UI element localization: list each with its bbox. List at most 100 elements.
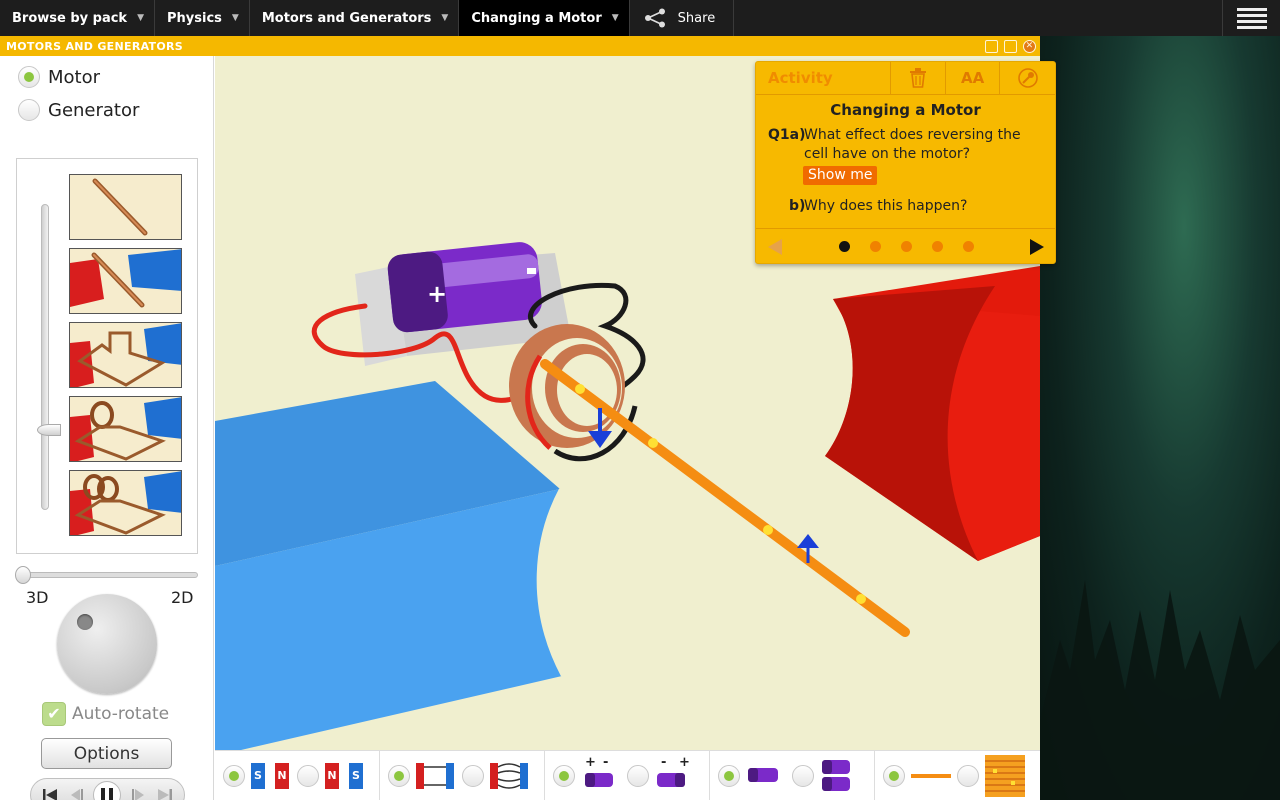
nav-motors-label: Motors and Generators (261, 10, 432, 26)
question-1a-number: Q1a) (768, 127, 806, 143)
mode-generator-label: Generator (48, 99, 140, 121)
magnet-option-2-radio[interactable] (297, 765, 319, 787)
battery-count-2-radio[interactable] (792, 765, 814, 787)
stage-thumbnail-wire-magnets[interactable] (69, 248, 182, 314)
delete-button[interactable] (891, 62, 946, 94)
nav-changing-label: Changing a Motor (471, 10, 602, 26)
step-back-button[interactable] (67, 785, 87, 800)
question-1b-text: Why does this happen? (804, 198, 968, 214)
share-button[interactable]: Share (630, 0, 735, 36)
skip-to-end-button[interactable] (155, 785, 175, 800)
mode-generator-option[interactable]: Generator (18, 99, 139, 121)
view-2d-label: 2D (171, 588, 194, 607)
rotation-knob[interactable] (57, 594, 157, 694)
radio-generator[interactable] (18, 99, 40, 121)
magnet-shape-group (380, 751, 545, 800)
background-trees (1040, 580, 1280, 800)
autorotate-toggle[interactable]: ✔ Auto-rotate (42, 702, 169, 726)
question-1a: Q1a) (768, 126, 806, 146)
page-dot-1[interactable] (839, 241, 850, 252)
next-page-icon[interactable] (1028, 238, 1046, 256)
stage-thumbnail-coil-full[interactable] (69, 470, 182, 536)
activity-title: Changing a Motor (830, 101, 981, 119)
show-me-button[interactable]: Show me (803, 166, 878, 185)
activity-pagination (756, 228, 1055, 263)
double-battery-icon (822, 760, 850, 791)
close-window-icon[interactable]: ✕ (1023, 39, 1036, 53)
svg-text:+: + (427, 280, 447, 308)
options-button[interactable]: Options (41, 738, 172, 769)
battery-direction-1-radio[interactable] (553, 765, 575, 787)
flat-magnets-icon (416, 763, 454, 789)
armature-1-radio[interactable] (883, 765, 905, 787)
popout-window-icon[interactable] (1004, 39, 1017, 53)
magnet-shape-1-radio[interactable] (388, 765, 410, 787)
blue-magnet[interactable] (215, 381, 563, 750)
top-nav-bar: Browse by pack ▼ Physics ▼ Motors and Ge… (0, 0, 1280, 36)
stage-thumbnail-wire[interactable] (69, 174, 182, 240)
battery-b-plus: + (679, 755, 690, 770)
stage-thumbnail-loop[interactable] (69, 322, 182, 388)
mode-motor-option[interactable]: Motor (18, 66, 100, 88)
coil[interactable] (509, 324, 638, 462)
question-1a-line1: What effect does reversing the (804, 127, 1021, 143)
restore-window-icon[interactable] (985, 39, 998, 53)
page-dot-3[interactable] (901, 241, 912, 252)
font-size-button[interactable]: AA (946, 62, 1001, 94)
battery-b-minus: - (661, 755, 667, 770)
nav-browse-by-pack[interactable]: Browse by pack ▼ (0, 0, 155, 36)
battery-icon (585, 773, 613, 787)
window-title-bar: MOTORS AND GENERATORS ✕ (0, 36, 1040, 56)
armature-group (875, 751, 1040, 800)
magnet-option-1-radio[interactable] (223, 765, 245, 787)
rod-armature-icon (911, 774, 951, 778)
wire-icon (92, 178, 148, 236)
step-forward-button[interactable] (128, 785, 148, 800)
previous-page-icon[interactable] (766, 238, 784, 256)
autorotate-checkbox[interactable]: ✔ (42, 702, 66, 726)
mode-motor-label: Motor (48, 66, 101, 88)
playback-controls (30, 778, 185, 800)
nav-browse-label: Browse by pack (12, 10, 128, 26)
coil-armature-icon (985, 755, 1025, 797)
skip-start-icon (43, 789, 58, 800)
menu-button[interactable] (1222, 0, 1280, 36)
knob-indicator (77, 614, 93, 630)
hamburger-icon (1236, 8, 1267, 29)
stage-thumbnail-coil[interactable] (69, 396, 182, 462)
view-3d-label: 3D (26, 588, 49, 607)
left-control-panel: Motor Generator 3D 2D ✔ Auto-rotate Opti… (0, 56, 214, 800)
stage-slider-track[interactable] (41, 204, 49, 510)
view-mode-slider-track[interactable] (20, 572, 198, 578)
battery-direction-group: + - - + (545, 751, 710, 800)
nav-changing-a-motor[interactable]: Changing a Motor ▼ (459, 0, 630, 36)
pin-icon (1017, 68, 1038, 88)
font-size-icon: AA (960, 69, 985, 87)
step-back-icon (70, 789, 83, 800)
page-dot-2[interactable] (870, 241, 881, 252)
page-dot-4[interactable] (932, 241, 943, 252)
coil-icon (70, 397, 181, 461)
battery-count-1-radio[interactable] (718, 765, 740, 787)
nav-physics[interactable]: Physics ▼ (155, 0, 250, 36)
battery-a-plus: + (585, 755, 596, 770)
radio-motor[interactable] (18, 66, 40, 88)
nav-motors-and-generators[interactable]: Motors and Generators ▼ (250, 0, 460, 36)
battery-direction-2-radio[interactable] (627, 765, 649, 787)
pin-button[interactable] (1000, 62, 1055, 94)
red-magnet[interactable] (825, 266, 1040, 561)
battery-count-group (710, 751, 875, 800)
stage-slider-thumb[interactable] (37, 424, 61, 436)
magnet-shape-2-radio[interactable] (462, 765, 484, 787)
share-icon (644, 8, 665, 28)
window-title: MOTORS AND GENERATORS (6, 39, 183, 53)
page-dot-5[interactable] (963, 241, 974, 252)
chevron-down-icon: ▼ (231, 13, 239, 23)
build-stage-selector (16, 158, 198, 554)
skip-to-start-button[interactable] (40, 785, 60, 800)
pause-button[interactable] (93, 781, 122, 800)
skip-end-icon (157, 789, 172, 800)
chevron-down-icon: ▼ (611, 13, 619, 23)
armature-2-radio[interactable] (957, 765, 979, 787)
view-mode-slider-thumb[interactable] (15, 566, 31, 584)
